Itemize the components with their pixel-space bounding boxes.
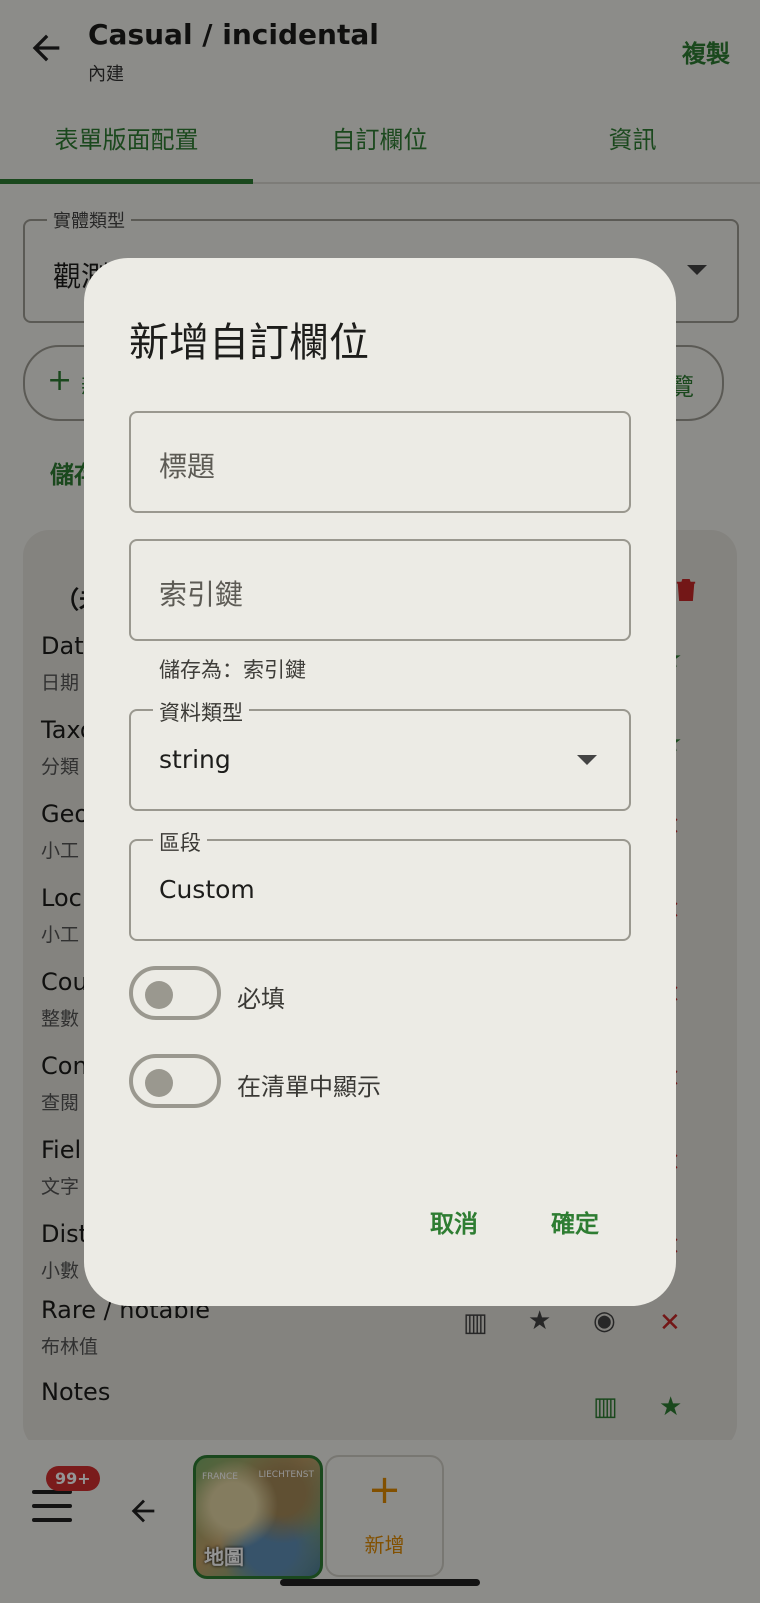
confirm-button[interactable]: 確定 xyxy=(551,1204,599,1239)
section-input[interactable]: 區段 Custom xyxy=(129,827,631,941)
section-value: Custom xyxy=(159,875,255,904)
data-type-select[interactable]: 資料類型 string xyxy=(129,697,631,811)
show-in-list-label: 在清單中顯示 xyxy=(237,1073,381,1101)
key-input[interactable]: 索引鍵 xyxy=(129,539,631,641)
key-placeholder: 索引鍵 xyxy=(159,578,244,611)
data-type-label: 資料類型 xyxy=(153,697,249,727)
data-type-value: string xyxy=(159,745,231,774)
add-custom-field-dialog: 新增自訂欄位 標題 索引鍵 儲存為：索引鍵 資料類型 string 區段 Cus… xyxy=(84,258,676,1306)
title-placeholder: 標題 xyxy=(159,450,216,483)
section-label: 區段 xyxy=(153,827,207,857)
title-input[interactable]: 標題 xyxy=(129,411,631,513)
cancel-button[interactable]: 取消 xyxy=(430,1204,478,1239)
key-helper-text: 儲存為：索引鍵 xyxy=(159,658,306,682)
required-toggle[interactable] xyxy=(129,966,221,1020)
required-label: 必填 xyxy=(237,985,285,1013)
dropdown-caret-icon xyxy=(577,755,597,765)
toggle-knob xyxy=(145,1069,173,1097)
show-in-list-toggle[interactable] xyxy=(129,1054,221,1108)
dialog-title: 新增自訂欄位 xyxy=(129,320,369,366)
toggle-knob xyxy=(145,981,173,1009)
